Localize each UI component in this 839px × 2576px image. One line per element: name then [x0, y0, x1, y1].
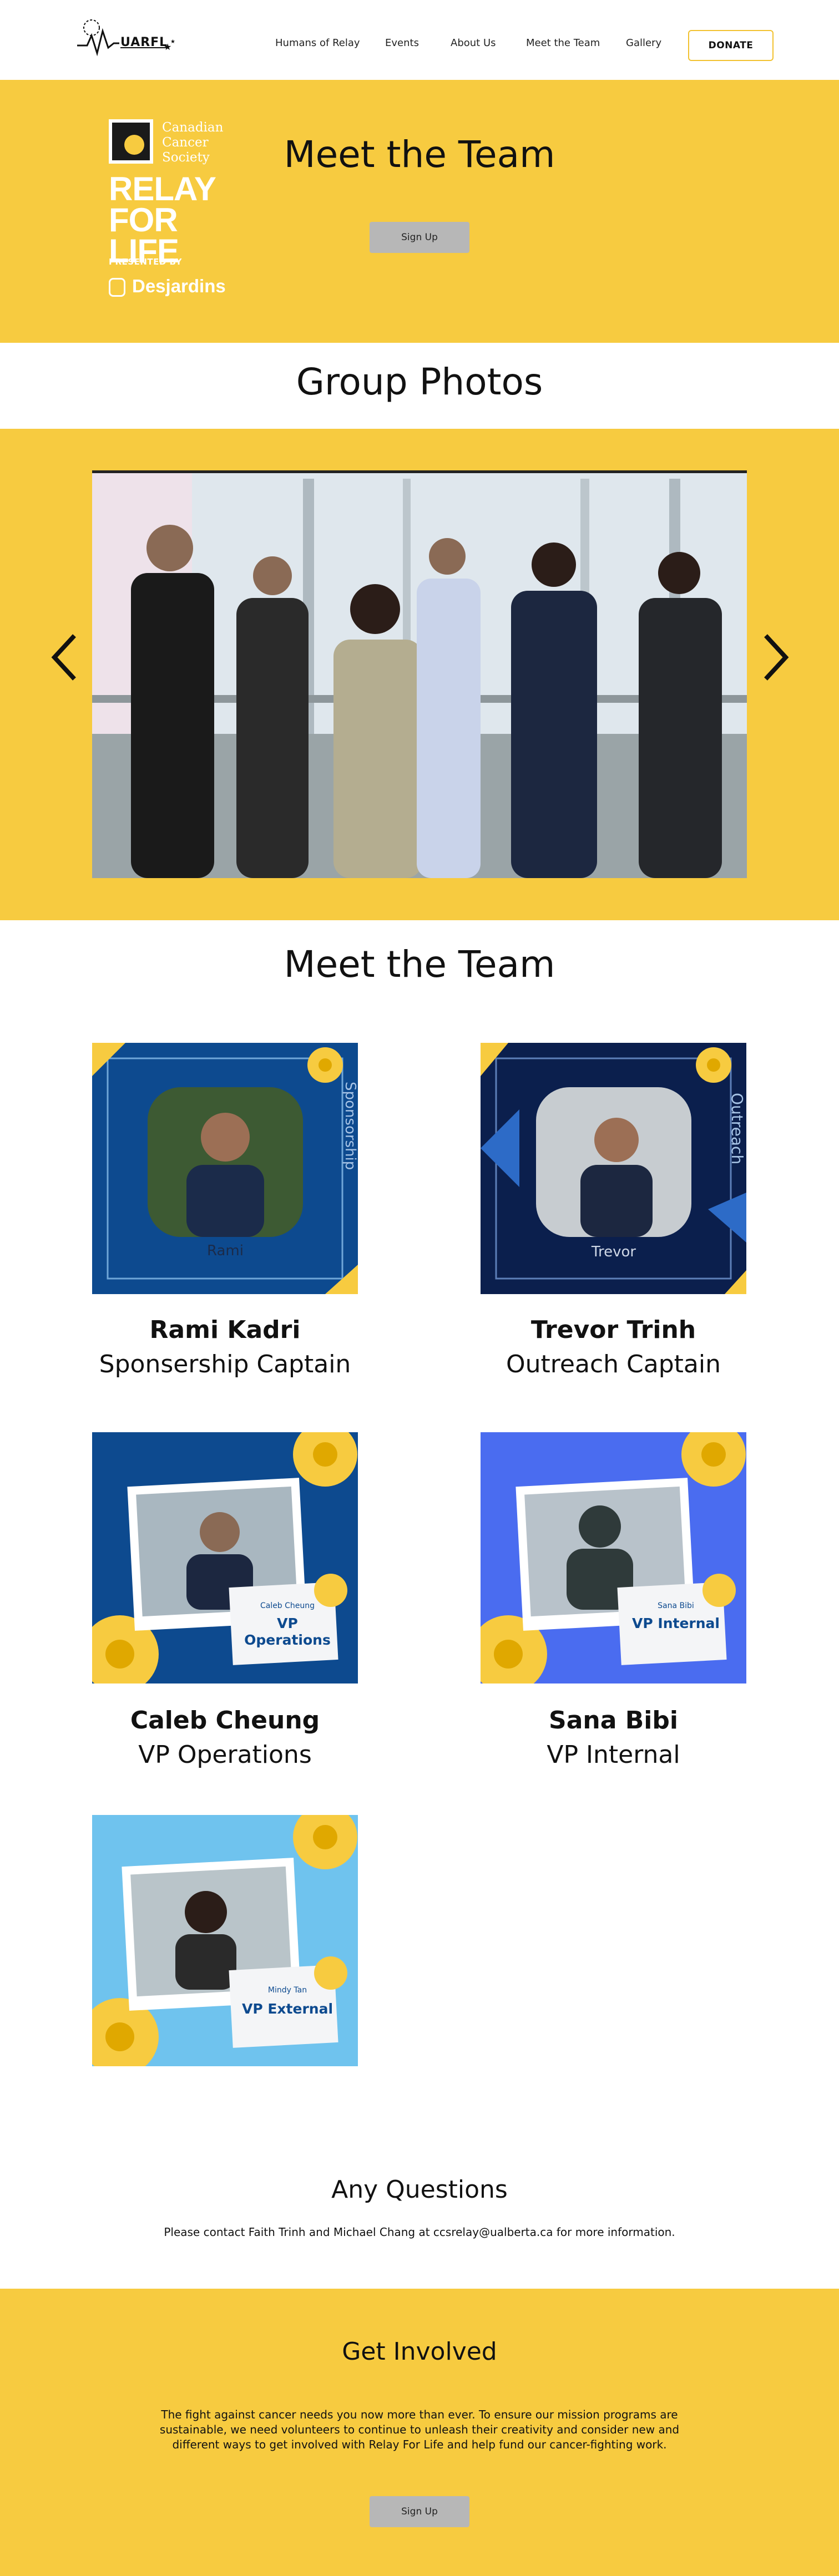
team-card-art [92, 1815, 358, 2066]
hexagon-icon [109, 278, 125, 297]
card-caption: Rami [207, 1243, 244, 1259]
member-name: Sana Bibi [549, 1706, 678, 1735]
ccs-text: Canadian Cancer Society [162, 120, 224, 165]
card-title: VP Operations [244, 1615, 331, 1648]
svg-text:★: ★ [170, 39, 175, 45]
team-card-trevor[interactable]: Trevor Outreach [481, 1043, 746, 1294]
nav-events[interactable]: Events [385, 37, 419, 49]
nav-meet-the-team[interactable]: Meet the Team [526, 37, 600, 49]
card-side-label: Outreach [728, 1093, 746, 1165]
donate-button[interactable]: DONATE [688, 30, 774, 61]
nav-humans-of-relay[interactable]: Humans of Relay [275, 37, 360, 49]
card-caption: Trevor [591, 1244, 636, 1260]
relay-for-life-logo: Canadian Cancer Society RELAY FOR LIFE P… [109, 119, 236, 305]
group-photos-title: Group Photos [296, 361, 543, 403]
card-caption: Caleb Cheung [260, 1601, 315, 1610]
site-header: ★ ★ UARFL Humans of Relay Events About U… [0, 0, 839, 80]
team-title: Meet the Team [284, 943, 555, 986]
nav-gallery[interactable]: Gallery [626, 37, 661, 49]
ccs-daffodil-icon [109, 119, 153, 164]
member-role: Sponsership Captain [99, 1350, 351, 1378]
hero-signup-button[interactable]: Sign Up [370, 222, 469, 253]
carousel-next-arrow-icon[interactable] [759, 632, 792, 682]
card-title: VP Internal [632, 1615, 720, 1631]
member-name: Rami Kadri [149, 1316, 301, 1344]
team-card-caleb[interactable]: Caleb Cheung VP Operations [92, 1432, 358, 1683]
relay-for-life-text: RELAY FOR LIFE [109, 170, 216, 270]
questions-title: Any Questions [331, 2176, 508, 2204]
group-photo-image [92, 473, 747, 878]
member-role: VP Internal [547, 1741, 680, 1769]
hero-title: Meet the Team [284, 133, 555, 176]
get-involved-signup-button[interactable]: Sign Up [370, 2496, 469, 2527]
logo-text: UARFL [120, 36, 168, 49]
card-caption: Mindy Tan [267, 1986, 307, 1995]
member-role: Outreach Captain [506, 1350, 721, 1378]
carousel-prev-arrow-icon[interactable] [48, 632, 81, 682]
sponsor-name: Desjardins [132, 276, 226, 296]
questions-text: Please contact Faith Trinh and Michael C… [164, 2225, 675, 2239]
nav-about-us[interactable]: About Us [451, 37, 496, 49]
member-name: Caleb Cheung [130, 1706, 320, 1735]
card-title: VP External [241, 2001, 333, 2017]
card-caption: Sana Bibi [658, 1601, 694, 1610]
presented-by-text: PRESENTED BY [109, 257, 183, 267]
team-card-art [481, 1432, 746, 1683]
get-involved-title: Get Involved [342, 2337, 497, 2366]
uarfl-logo[interactable]: ★ ★ UARFL [75, 19, 186, 61]
card-side-label: Sponsorship [342, 1082, 358, 1170]
desjardins-logo: Desjardins [109, 276, 226, 297]
group-photo-slide [92, 470, 747, 878]
member-name: Trevor Trinh [530, 1316, 696, 1344]
get-involved-text: The fight against cancer needs you now m… [159, 2408, 680, 2451]
team-card-rami[interactable]: Rami Sponsorship [92, 1043, 358, 1294]
team-card-mindy[interactable]: Mindy Tan VP External [92, 1815, 358, 2066]
member-role: VP Operations [138, 1741, 312, 1769]
team-card-sana[interactable]: Sana Bibi VP Internal [481, 1432, 746, 1683]
